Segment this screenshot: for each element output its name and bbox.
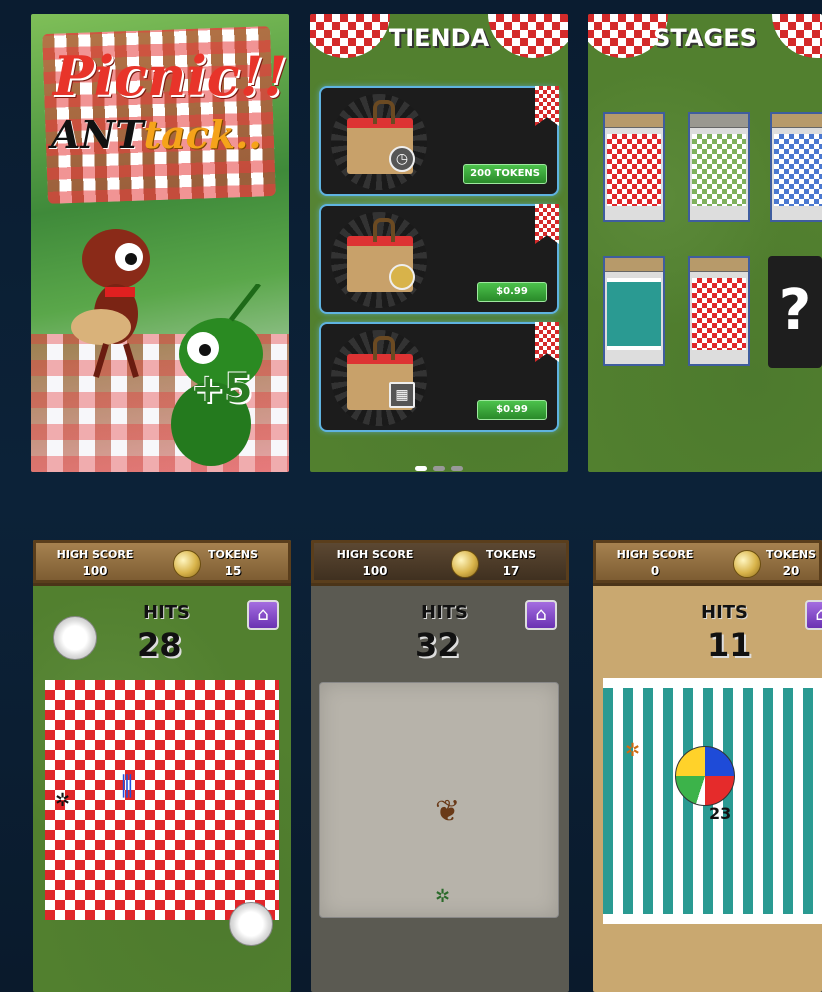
home-button[interactable]: ⌂: [805, 600, 822, 630]
stage-preview: [692, 134, 746, 206]
logo-word-picnic: Picnic: [53, 44, 240, 108]
ant-icon: ✲: [625, 740, 641, 761]
high-score-value: 0: [650, 564, 660, 578]
stage-preview: [607, 134, 661, 206]
buy-button[interactable]: $0.99: [477, 400, 547, 420]
shop-item-card[interactable]: $0.99: [319, 204, 559, 314]
hud-bar: HIGH SCORE 100 TOKENS 15: [33, 540, 291, 586]
plate-icon: [229, 902, 273, 946]
bonus-text: +5: [191, 366, 253, 412]
stopwatch-icon: ◷: [389, 146, 415, 172]
plate-icon: [53, 616, 97, 660]
fly-swatter-icon[interactable]: ⫼: [121, 772, 133, 803]
page-dot[interactable]: [433, 466, 445, 471]
film-icon: ▦: [389, 382, 415, 408]
stages-title: STAGES: [653, 24, 757, 52]
corner-flag: [535, 322, 559, 362]
high-score-value: 100: [82, 564, 108, 578]
high-score-value: 100: [362, 564, 388, 578]
tokens-value: 17: [502, 564, 520, 578]
shop-title: TIENDA: [388, 24, 490, 52]
logo-word-ant: ANT: [51, 112, 144, 157]
hits-value: 28: [137, 626, 182, 664]
hud-bar: HIGH SCORE 100 TOKENS 17: [311, 540, 569, 586]
stage-card[interactable]: [688, 256, 750, 366]
page-dot[interactable]: [451, 466, 463, 471]
beach-ball-icon[interactable]: [675, 746, 735, 806]
tokens-label: TOKENS: [765, 548, 817, 561]
home-icon: ⌂: [257, 604, 269, 625]
high-score-label: HIGH SCORE: [56, 548, 134, 561]
tokens-value: 20: [782, 564, 800, 578]
coin-icon: [389, 264, 415, 290]
stage-card[interactable]: [603, 256, 665, 366]
buy-button[interactable]: 200 TOKENS: [463, 164, 547, 184]
logo-dots: ..: [235, 112, 262, 157]
logo-bang: !!: [239, 44, 288, 108]
corner-flag: [535, 86, 559, 126]
stage-card[interactable]: [770, 112, 822, 222]
game-screenshot-2: HIGH SCORE 100 TOKENS 17 HITS 32 ⌂ ❦ ✲: [311, 540, 569, 992]
logo-word-tack: tack: [143, 112, 236, 157]
home-icon: ⌂: [535, 604, 547, 625]
bug-icon[interactable]: ❦: [435, 794, 460, 829]
token-coin-icon: [451, 550, 479, 578]
ant-icon: ✲: [55, 790, 71, 811]
home-icon: ⌂: [815, 604, 822, 625]
home-button[interactable]: ⌂: [525, 600, 557, 630]
page-dot[interactable]: [415, 466, 427, 471]
logo-subtitle: ANTtack..: [51, 112, 262, 157]
picnic-blanket: [45, 680, 279, 920]
game-screenshot-3: HIGH SCORE 0 TOKENS 20 HITS 11 ⌂ 23 ✲: [593, 540, 822, 992]
home-button[interactable]: ⌂: [247, 600, 279, 630]
hits-label: HITS: [143, 602, 191, 623]
shop-item-card[interactable]: ◷ 200 TOKENS: [319, 86, 559, 196]
stage-preview: [692, 278, 746, 350]
stages-screenshot: STAGES ?: [588, 14, 822, 472]
hits-label: HITS: [421, 602, 469, 623]
locked-stage[interactable]: ?: [768, 256, 822, 368]
page-indicator[interactable]: [310, 456, 568, 472]
tokens-label: TOKENS: [485, 548, 537, 561]
corner-flag: [535, 204, 559, 244]
high-score-label: HIGH SCORE: [616, 548, 694, 561]
game-screenshot-1: HIGH SCORE 100 TOKENS 15 HITS 28 ⌂ ✲ ⫼: [33, 540, 291, 992]
token-coin-icon: [733, 550, 761, 578]
ant-icon: ✲: [435, 886, 451, 907]
stage-card[interactable]: [688, 112, 750, 222]
ball-counter: 23: [709, 804, 732, 823]
stage-preview: [607, 278, 661, 350]
hits-value: 11: [707, 626, 752, 664]
shop-item-card[interactable]: ▦ $0.99: [319, 322, 559, 432]
high-score-label: HIGH SCORE: [336, 548, 414, 561]
logo-title: Picnic!!: [53, 44, 287, 108]
tokens-value: 15: [224, 564, 242, 578]
tokens-label: TOKENS: [207, 548, 259, 561]
stage-card[interactable]: [603, 112, 665, 222]
hud-bar: HIGH SCORE 0 TOKENS 20: [593, 540, 822, 586]
stage-preview: [774, 134, 822, 206]
token-coin-icon: [173, 550, 201, 578]
title-screenshot: Picnic!! ANTtack.. +5: [31, 14, 289, 472]
hits-label: HITS: [701, 602, 749, 623]
shop-screenshot: TIENDA ◷ 200 TOKENS $0.99 ▦ $0.99: [310, 14, 568, 472]
buy-button[interactable]: $0.99: [477, 282, 547, 302]
hits-value: 32: [415, 626, 460, 664]
